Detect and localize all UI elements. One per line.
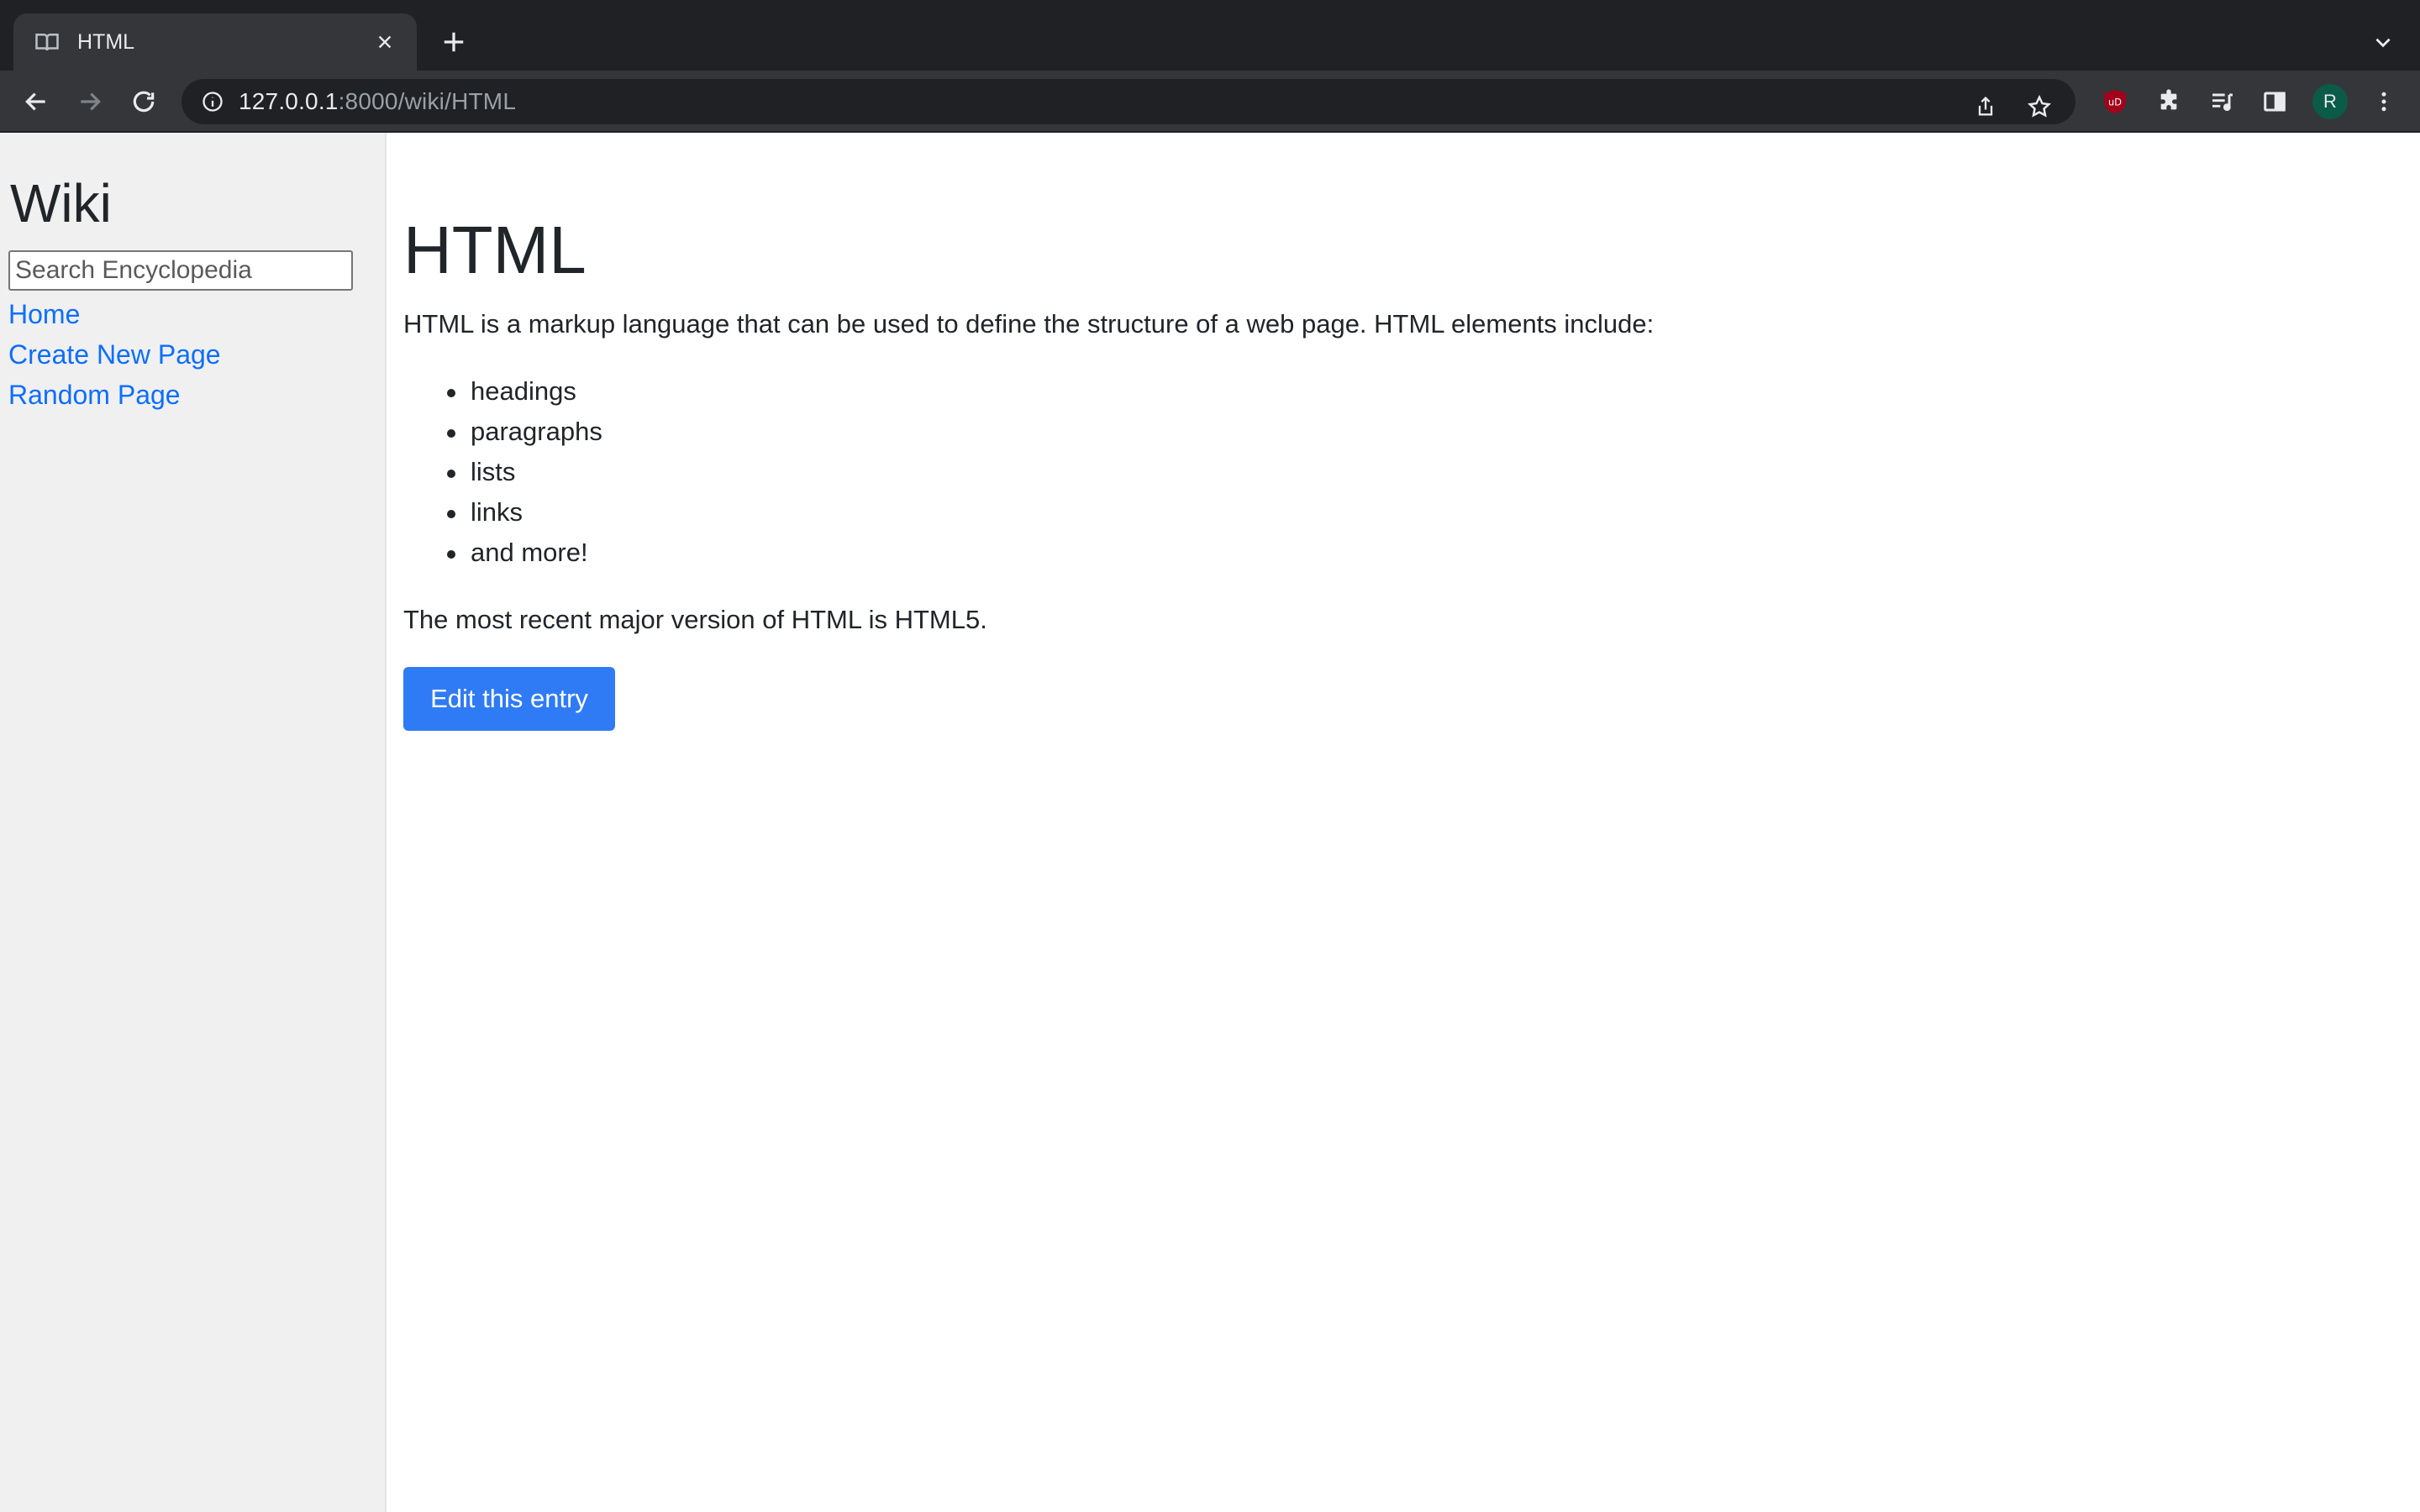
side-panel-icon[interactable] bbox=[2254, 81, 2296, 123]
page: Wiki Home Create New Page Random Page HT… bbox=[0, 133, 2420, 1512]
edit-entry-button[interactable]: Edit this entry bbox=[403, 667, 615, 731]
browser-toolbar: 127.0.0.1:8000/wiki/HTML uD R bbox=[0, 71, 2420, 133]
list-item: paragraphs bbox=[439, 412, 602, 452]
kebab-menu-icon[interactable] bbox=[2363, 81, 2405, 123]
element-list: headings paragraphs lists links and more… bbox=[439, 371, 602, 573]
list-item: headings bbox=[439, 371, 602, 412]
extension-badge: uD bbox=[2108, 96, 2122, 108]
nav-link-random-page[interactable]: Random Page bbox=[8, 375, 376, 415]
close-icon[interactable] bbox=[370, 27, 400, 57]
outro-paragraph: The most recent major version of HTML is… bbox=[403, 605, 987, 634]
url-path: :8000/wiki/HTML bbox=[338, 88, 517, 114]
nav-link-home[interactable]: Home bbox=[8, 294, 376, 334]
info-icon[interactable] bbox=[200, 89, 225, 114]
sidebar: Wiki Home Create New Page Random Page bbox=[0, 133, 387, 1512]
list-item: links bbox=[439, 492, 602, 533]
page-title: HTML bbox=[403, 213, 587, 287]
media-queue-icon[interactable] bbox=[2202, 81, 2244, 123]
browser-tab[interactable]: HTML bbox=[13, 13, 417, 71]
share-icon[interactable] bbox=[1965, 86, 2007, 128]
chevron-down-icon[interactable] bbox=[2363, 24, 2403, 60]
reload-icon[interactable] bbox=[123, 81, 165, 123]
address-bar[interactable]: 127.0.0.1:8000/wiki/HTML bbox=[182, 79, 2075, 124]
back-arrow-icon[interactable] bbox=[15, 81, 57, 123]
search-input[interactable] bbox=[8, 250, 353, 291]
book-icon bbox=[34, 29, 60, 55]
url-text: 127.0.0.1:8000/wiki/HTML bbox=[239, 88, 516, 115]
site-title: Wiki bbox=[10, 173, 112, 234]
list-item: and more! bbox=[439, 533, 602, 573]
profile-avatar[interactable]: R bbox=[2312, 84, 2348, 119]
url-host: 127.0.0.1 bbox=[239, 88, 339, 114]
new-tab-icon[interactable] bbox=[434, 24, 474, 60]
browser-tab-strip: HTML bbox=[0, 0, 2420, 71]
forward-arrow-icon[interactable] bbox=[69, 81, 111, 123]
ublock-extension-icon[interactable]: uD bbox=[2094, 81, 2136, 123]
puzzle-extensions-icon[interactable] bbox=[2148, 81, 2190, 123]
intro-paragraph: HTML is a markup language that can be us… bbox=[403, 309, 1655, 339]
nav-link-create-new-page[interactable]: Create New Page bbox=[8, 334, 376, 375]
bookmark-star-icon[interactable] bbox=[2018, 86, 2060, 128]
list-item: lists bbox=[439, 452, 602, 492]
tab-title: HTML bbox=[77, 29, 135, 54]
main-content: HTML HTML is a markup language that can … bbox=[403, 133, 2403, 1512]
